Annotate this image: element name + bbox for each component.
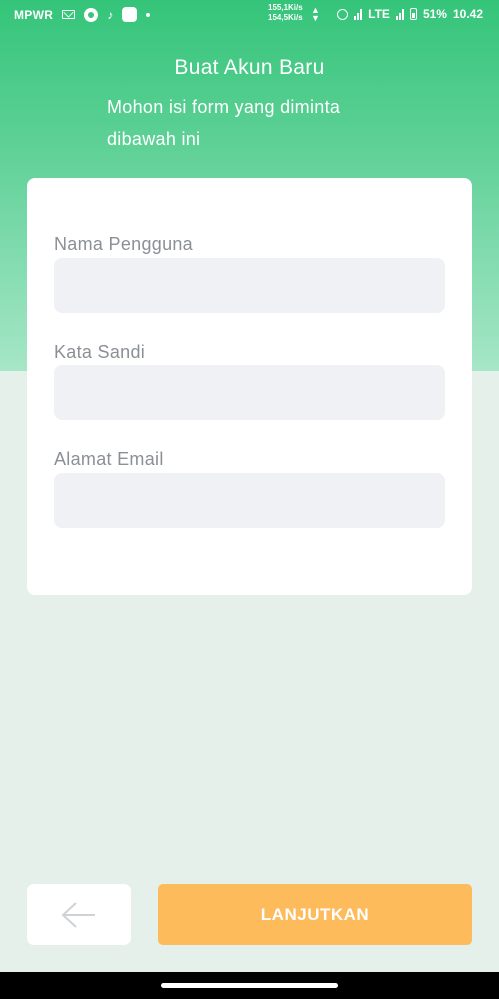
email-input[interactable] [54, 473, 445, 528]
email-label: Alamat Email [54, 449, 164, 469]
navigation-bar [0, 972, 499, 999]
app-icon [122, 7, 138, 22]
clock: 10.42 [452, 7, 483, 21]
arrow-left-icon [61, 902, 95, 928]
whatsapp-icon [84, 7, 99, 22]
network-type: LTE [368, 7, 390, 21]
back-button[interactable] [27, 884, 131, 945]
battery-icon [409, 8, 417, 20]
username-label: Nama Pengguna [54, 234, 193, 254]
signal-icon-2 [395, 8, 404, 20]
status-bar: MPWR ♪ 155,1Ki/s 154,5Ki/s ▲ ▼ LTE 51% 10… [0, 0, 499, 30]
username-input[interactable] [54, 258, 445, 313]
dot-icon [146, 12, 151, 17]
continue-button[interactable]: LANJUTKAN [158, 884, 472, 945]
page-subtitle: Mohon isi form yang diminta dibawah ini [107, 97, 341, 149]
alarm-icon [337, 8, 349, 20]
network-speed: 155,1Ki/s 154,5Ki/s [268, 3, 303, 23]
carrier-label: MPWR [14, 7, 54, 22]
data-arrows-icon: ▲ ▼ [311, 5, 320, 23]
home-gesture-handle[interactable] [161, 983, 338, 988]
registration-form-card: Nama Pengguna Kata Sandi Alamat Email [27, 178, 472, 595]
signal-icon [354, 8, 363, 20]
tiktok-icon: ♪ [107, 7, 114, 22]
battery-level: 51% [422, 7, 447, 21]
password-label: Kata Sandi [54, 342, 146, 362]
net-down-speed: 154,5Ki/s [268, 13, 303, 22]
page-title: Buat Akun Baru [174, 56, 325, 79]
gmail-icon [62, 10, 76, 19]
net-up-speed: 155,1Ki/s [268, 3, 303, 12]
password-input[interactable] [54, 365, 445, 420]
